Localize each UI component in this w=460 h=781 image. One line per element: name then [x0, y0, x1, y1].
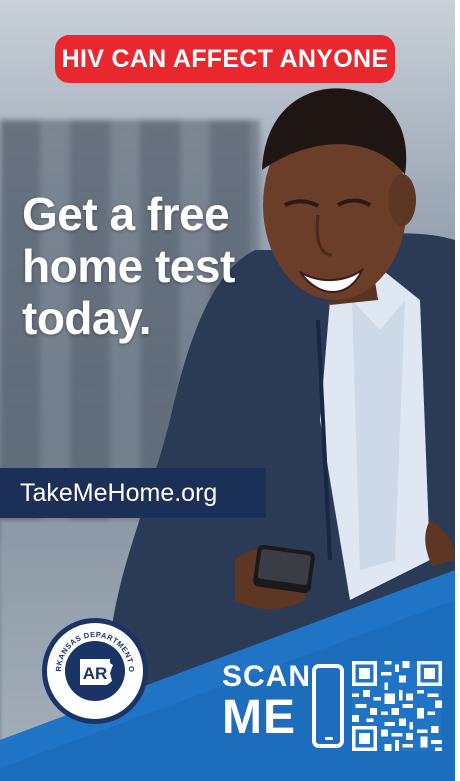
seal-graphic: ARKANSAS DEPARTMENT OF HEALTH AR — [44, 616, 141, 717]
headline: Get a free home test today. — [22, 188, 272, 344]
hiv-test-advertisement: HIV CAN AFFECT ANYONE Get a free home te… — [0, 0, 455, 781]
me-text: ME — [222, 691, 296, 744]
svg-text:AR: AR — [83, 664, 108, 683]
headline-line-3: today. — [22, 292, 152, 344]
smartphone-icon — [312, 664, 344, 748]
scan-text: SCAN — [222, 660, 312, 693]
scan-me-label: SCAN ME — [222, 660, 312, 744]
hiv-can-affect-anyone-banner: HIV CAN AFFECT ANYONE — [55, 35, 395, 83]
qr-code[interactable] — [352, 660, 442, 752]
website-url-banner[interactable]: TakeMeHome.org — [0, 468, 266, 518]
website-url-text[interactable]: TakeMeHome.org — [20, 479, 217, 508]
headline-line-1: Get a free — [22, 188, 230, 240]
headline-line-2: home test — [22, 240, 235, 292]
arkansas-department-of-health-seal: ARKANSAS DEPARTMENT OF HEALTH AR — [42, 616, 148, 724]
